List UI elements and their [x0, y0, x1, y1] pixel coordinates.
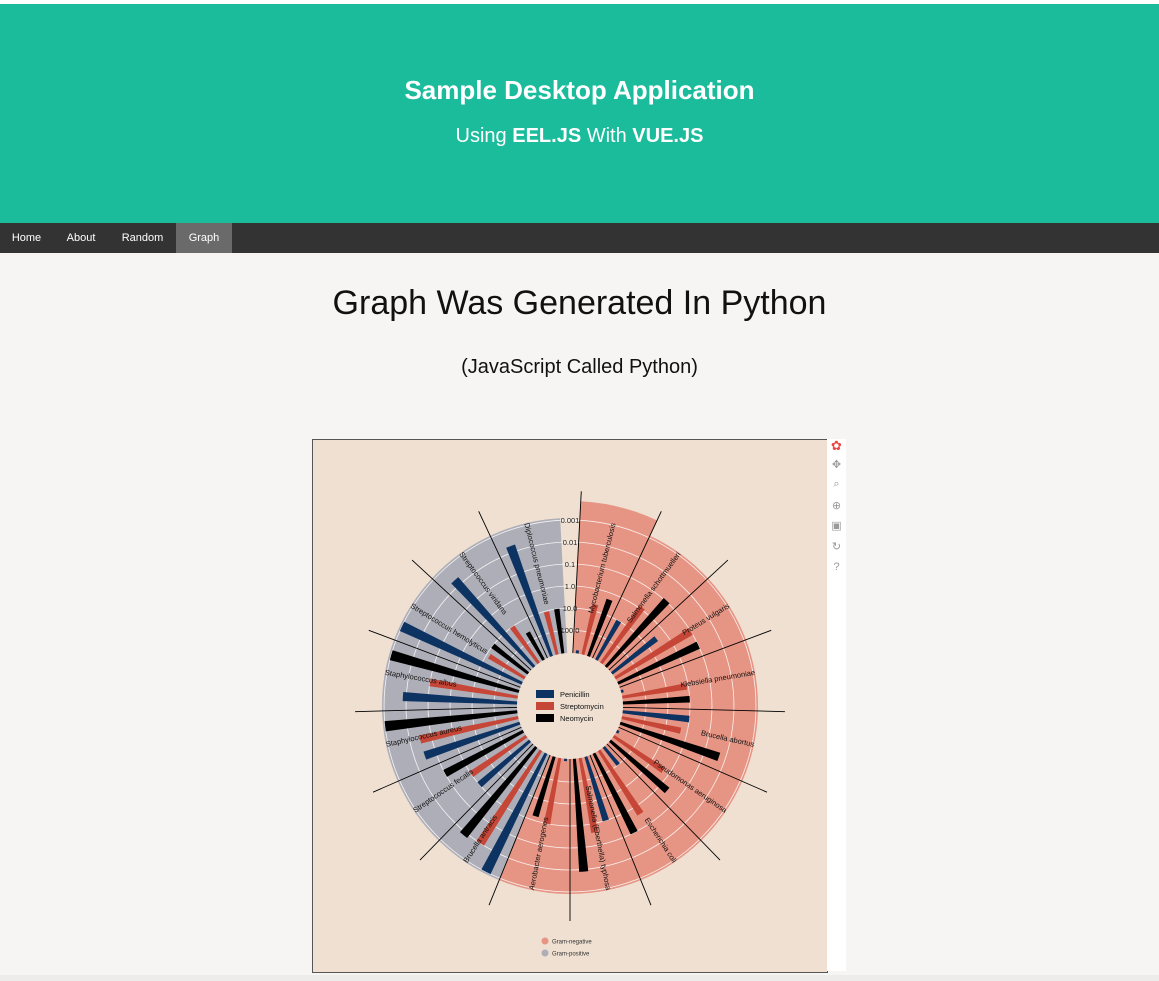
- scale-label: 1.0: [565, 582, 575, 591]
- box-zoom-icon[interactable]: ⌕: [830, 478, 843, 491]
- radial-antibiotic-chart: 0.0010.010.11.010.0100.0Mycobacterium tu…: [355, 491, 785, 958]
- radial-chart-canvas[interactable]: 0.001 0.01 0.1 1.0 10.0 100.0 Mycobacterium tu…: [312, 439, 828, 973]
- reset-icon[interactable]: ↻: [830, 540, 843, 553]
- legend-swatch-neomycin: [536, 714, 554, 722]
- legend-label-streptomycin: Streptomycin: [560, 702, 604, 711]
- page-title: Graph Was Generated In Python: [332, 284, 827, 322]
- page-bottom-strip: [0, 975, 1159, 981]
- scale-label: 0.001: [561, 516, 580, 525]
- app-header: Sample Desktop Application Using EEL.JS …: [0, 4, 1159, 223]
- subtitle-lib-vue: VUE.JS: [632, 125, 704, 147]
- gram-legend-dot: [541, 949, 549, 957]
- gram-legend-label: Gram-positive: [552, 952, 590, 958]
- gram-legend-label: Gram-negative: [552, 940, 592, 946]
- legend-swatch-penicillin: [536, 690, 554, 698]
- page-subtitle: (JavaScript Called Python): [461, 356, 698, 378]
- scale-label: 0.01: [563, 538, 578, 547]
- nav-item-about[interactable]: About: [53, 223, 109, 253]
- scale-label: 0.1: [565, 560, 575, 569]
- app-title: Sample Desktop Application: [404, 75, 755, 105]
- legend-swatch-streptomycin: [536, 702, 554, 710]
- gram-legend-dot: [541, 937, 549, 945]
- legend-label-penicillin: Penicillin: [560, 690, 590, 699]
- bar-penicillin: [563, 758, 568, 762]
- help-icon[interactable]: ?: [830, 560, 843, 573]
- pan-icon[interactable]: ✥: [830, 458, 843, 471]
- save-icon[interactable]: ▣: [830, 519, 843, 532]
- nav-item-random[interactable]: Random: [109, 223, 176, 253]
- app-subtitle: Using EEL.JS With VUE.JS: [0, 125, 1159, 148]
- top-navbar: Home About Random Graph: [0, 223, 1159, 253]
- bar-penicillin: [575, 650, 580, 654]
- nav-item-home[interactable]: Home: [0, 223, 53, 253]
- subtitle-lib-eel: EEL.JS: [512, 125, 582, 147]
- subtitle-prefix: Using: [455, 125, 507, 147]
- subtitle-mid: With: [586, 125, 627, 147]
- scale-label: 100.0: [561, 626, 580, 635]
- wheel-zoom-icon[interactable]: ⊕: [830, 499, 843, 512]
- plot-toolbar: ✿ ✥ ⌕ ⊕ ▣ ↻ ?: [827, 438, 846, 971]
- scale-label: 10.0: [563, 604, 578, 613]
- nav-item-graph[interactable]: Graph: [176, 223, 232, 253]
- legend-label-neomycin: Neomycin: [560, 714, 593, 723]
- bokeh-logo-icon[interactable]: ✿: [830, 438, 843, 453]
